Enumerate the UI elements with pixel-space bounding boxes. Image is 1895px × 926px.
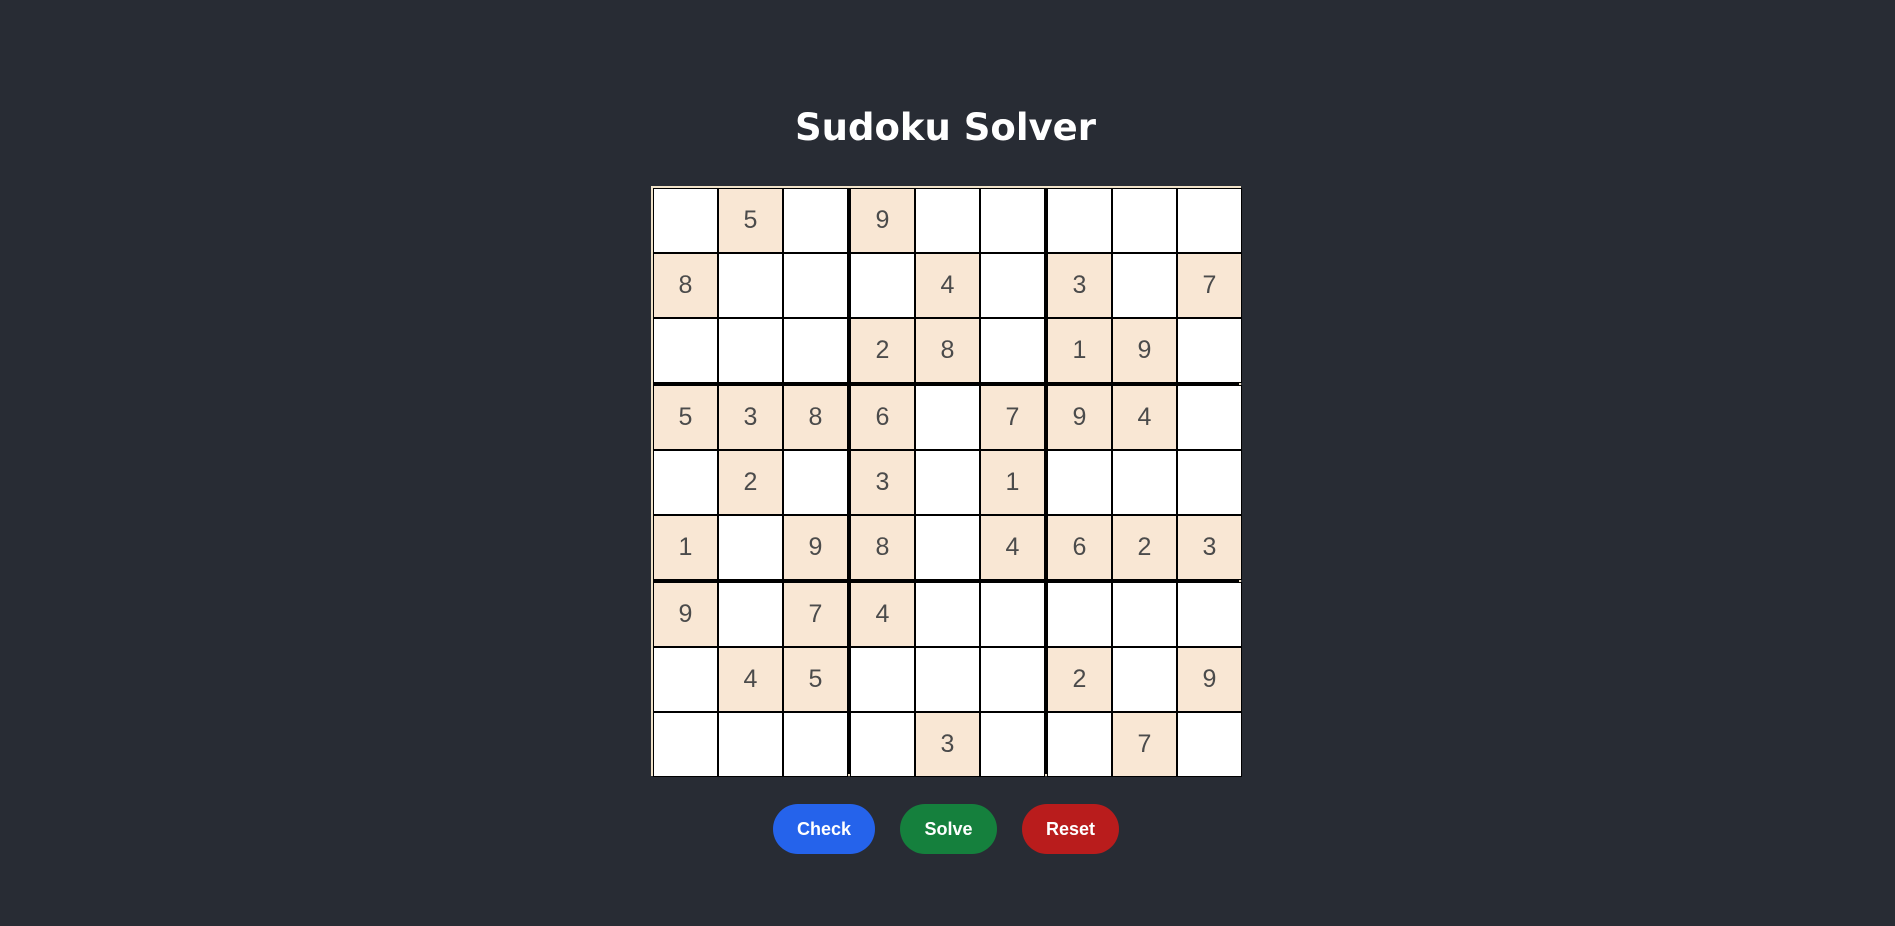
sudoku-cell-r3-c1[interactable] xyxy=(653,318,718,383)
sudoku-cell-r1-c7[interactable] xyxy=(1047,188,1112,253)
sudoku-cell-r3-c6[interactable] xyxy=(980,318,1045,383)
sudoku-cell-r8-c8[interactable] xyxy=(1112,647,1177,712)
sudoku-cell-r1-c8[interactable] xyxy=(1112,188,1177,253)
sudoku-cell-r7-c9[interactable] xyxy=(1177,582,1242,647)
sudoku-cell-r5-c4[interactable]: 3 xyxy=(850,450,915,515)
sudoku-cell-r8-c3[interactable]: 5 xyxy=(783,647,848,712)
sudoku-cell-r9-c1[interactable] xyxy=(653,712,718,777)
sudoku-cell-r1-c6[interactable] xyxy=(980,188,1045,253)
sudoku-cell-r7-c8[interactable] xyxy=(1112,582,1177,647)
sudoku-cell-r7-c7[interactable] xyxy=(1047,582,1112,647)
sudoku-cell-r5-c6[interactable]: 1 xyxy=(980,450,1045,515)
sudoku-cell-r6-c5[interactable] xyxy=(915,515,980,580)
sudoku-cell-r9-c8[interactable]: 7 xyxy=(1112,712,1177,777)
sudoku-cell-r6-c8[interactable]: 2 xyxy=(1112,515,1177,580)
sudoku-cell-r3-c4[interactable]: 2 xyxy=(850,318,915,383)
sudoku-cell-r3-c9[interactable] xyxy=(1177,318,1242,383)
sudoku-cell-r7-c5[interactable] xyxy=(915,582,980,647)
sudoku-cell-r5-c5[interactable] xyxy=(915,450,980,515)
sudoku-cell-r9-c7[interactable] xyxy=(1047,712,1112,777)
sudoku-board: 598437281953867942311984623974452937 xyxy=(651,186,1242,777)
page-title: Sudoku Solver xyxy=(795,106,1096,149)
sudoku-cell-r3-c5[interactable]: 8 xyxy=(915,318,980,383)
sudoku-cell-r6-c6[interactable]: 4 xyxy=(980,515,1045,580)
sudoku-cell-r9-c6[interactable] xyxy=(980,712,1045,777)
sudoku-cell-r4-c9[interactable] xyxy=(1177,385,1242,450)
sudoku-cell-r5-c1[interactable] xyxy=(653,450,718,515)
sudoku-cell-r8-c9[interactable]: 9 xyxy=(1177,647,1242,712)
sudoku-cell-r1-c2[interactable]: 5 xyxy=(718,188,783,253)
sudoku-cell-r1-c9[interactable] xyxy=(1177,188,1242,253)
sudoku-cell-r4-c8[interactable]: 4 xyxy=(1112,385,1177,450)
sudoku-cell-r4-c5[interactable] xyxy=(915,385,980,450)
sudoku-cell-r2-c3[interactable] xyxy=(783,253,848,318)
sudoku-cell-r8-c1[interactable] xyxy=(653,647,718,712)
sudoku-cell-r6-c4[interactable]: 8 xyxy=(850,515,915,580)
sudoku-cell-r6-c2[interactable] xyxy=(718,515,783,580)
sudoku-cell-r3-c2[interactable] xyxy=(718,318,783,383)
sudoku-cell-r8-c7[interactable]: 2 xyxy=(1047,647,1112,712)
sudoku-cell-r9-c3[interactable] xyxy=(783,712,848,777)
sudoku-cell-r7-c6[interactable] xyxy=(980,582,1045,647)
sudoku-cell-r1-c1[interactable] xyxy=(653,188,718,253)
sudoku-cell-r2-c1[interactable]: 8 xyxy=(653,253,718,318)
sudoku-cell-r5-c7[interactable] xyxy=(1047,450,1112,515)
sudoku-cell-r7-c4[interactable]: 4 xyxy=(850,582,915,647)
sudoku-cell-r3-c3[interactable] xyxy=(783,318,848,383)
sudoku-cell-r4-c4[interactable]: 6 xyxy=(850,385,915,450)
sudoku-cell-r4-c1[interactable]: 5 xyxy=(653,385,718,450)
sudoku-cell-r1-c5[interactable] xyxy=(915,188,980,253)
sudoku-cell-r5-c9[interactable] xyxy=(1177,450,1242,515)
sudoku-cell-r7-c2[interactable] xyxy=(718,582,783,647)
sudoku-cell-r6-c7[interactable]: 6 xyxy=(1047,515,1112,580)
sudoku-cell-r2-c7[interactable]: 3 xyxy=(1047,253,1112,318)
sudoku-cell-r3-c7[interactable]: 1 xyxy=(1047,318,1112,383)
sudoku-cell-r6-c3[interactable]: 9 xyxy=(783,515,848,580)
sudoku-cell-r9-c5[interactable]: 3 xyxy=(915,712,980,777)
sudoku-cell-r3-c8[interactable]: 9 xyxy=(1112,318,1177,383)
sudoku-cell-r4-c7[interactable]: 9 xyxy=(1047,385,1112,450)
sudoku-cell-r2-c9[interactable]: 7 xyxy=(1177,253,1242,318)
sudoku-cell-r9-c4[interactable] xyxy=(850,712,915,777)
sudoku-cell-r7-c3[interactable]: 7 xyxy=(783,582,848,647)
sudoku-cell-r1-c4[interactable]: 9 xyxy=(850,188,915,253)
reset-button[interactable]: Reset xyxy=(1022,804,1119,854)
solve-button[interactable]: Solve xyxy=(900,804,997,854)
sudoku-cell-r2-c2[interactable] xyxy=(718,253,783,318)
sudoku-cell-r5-c2[interactable]: 2 xyxy=(718,450,783,515)
sudoku-cell-r9-c2[interactable] xyxy=(718,712,783,777)
sudoku-cell-r4-c3[interactable]: 8 xyxy=(783,385,848,450)
sudoku-cell-r8-c4[interactable] xyxy=(850,647,915,712)
sudoku-cell-r8-c6[interactable] xyxy=(980,647,1045,712)
sudoku-cell-r8-c2[interactable]: 4 xyxy=(718,647,783,712)
sudoku-cell-r9-c9[interactable] xyxy=(1177,712,1242,777)
sudoku-cell-r6-c9[interactable]: 3 xyxy=(1177,515,1242,580)
sudoku-cell-r5-c8[interactable] xyxy=(1112,450,1177,515)
sudoku-cell-r4-c6[interactable]: 7 xyxy=(980,385,1045,450)
sudoku-cell-r2-c5[interactable]: 4 xyxy=(915,253,980,318)
button-bar: Check Solve Reset xyxy=(0,804,1891,854)
sudoku-cell-r1-c3[interactable] xyxy=(783,188,848,253)
check-button[interactable]: Check xyxy=(773,804,875,854)
sudoku-cell-r7-c1[interactable]: 9 xyxy=(653,582,718,647)
sudoku-cell-r2-c4[interactable] xyxy=(850,253,915,318)
sudoku-cell-r2-c8[interactable] xyxy=(1112,253,1177,318)
sudoku-cell-r6-c1[interactable]: 1 xyxy=(653,515,718,580)
sudoku-cell-r5-c3[interactable] xyxy=(783,450,848,515)
sudoku-cell-r2-c6[interactable] xyxy=(980,253,1045,318)
sudoku-cell-r4-c2[interactable]: 3 xyxy=(718,385,783,450)
sudoku-cell-r8-c5[interactable] xyxy=(915,647,980,712)
